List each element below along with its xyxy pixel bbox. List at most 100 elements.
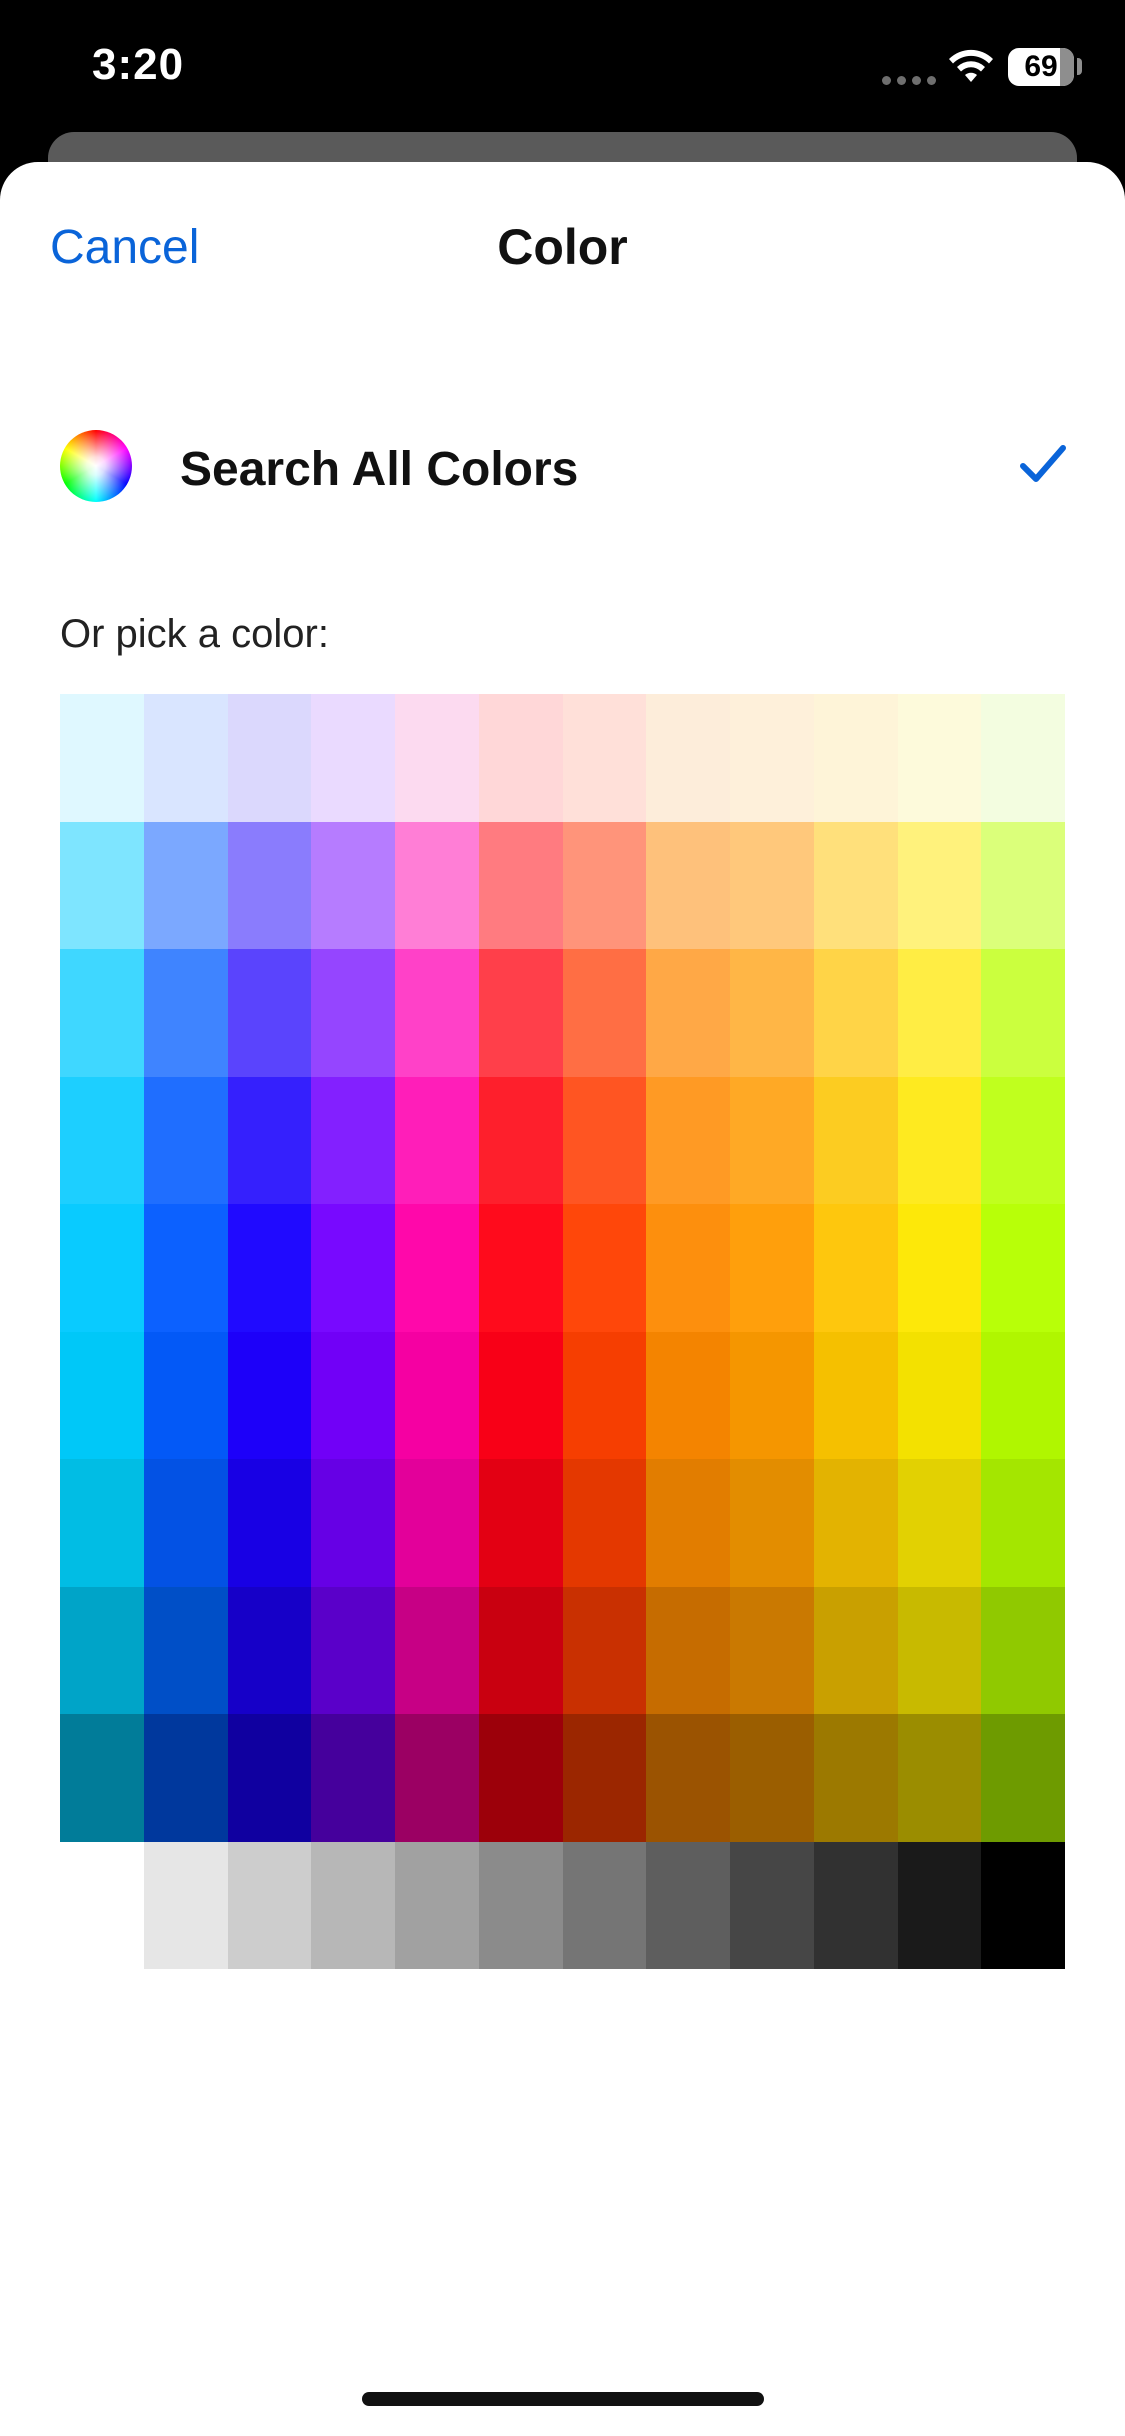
color-swatch[interactable] xyxy=(730,1841,814,1969)
color-swatch[interactable] xyxy=(395,821,479,949)
color-swatch[interactable] xyxy=(730,1076,814,1204)
color-swatch[interactable] xyxy=(813,1076,898,1204)
color-swatch[interactable] xyxy=(730,1459,814,1587)
color-swatch[interactable] xyxy=(311,694,395,822)
color-swatch[interactable] xyxy=(562,1586,647,1714)
color-swatch[interactable] xyxy=(730,821,814,949)
color-swatch[interactable] xyxy=(562,694,647,822)
color-swatch[interactable] xyxy=(60,821,144,949)
color-swatch[interactable] xyxy=(478,1714,563,1842)
color-swatch[interactable] xyxy=(981,1459,1065,1587)
color-swatch[interactable] xyxy=(562,949,647,1077)
color-swatch[interactable] xyxy=(897,1841,982,1969)
color-swatch[interactable] xyxy=(311,1076,395,1204)
color-swatch[interactable] xyxy=(395,694,479,822)
color-swatch[interactable] xyxy=(143,949,228,1077)
color-swatch[interactable] xyxy=(395,1841,479,1969)
color-swatch[interactable] xyxy=(395,1586,479,1714)
color-swatch[interactable] xyxy=(981,694,1065,822)
home-indicator[interactable] xyxy=(362,2392,764,2406)
color-swatch[interactable] xyxy=(646,1076,730,1204)
color-swatch[interactable] xyxy=(897,1714,982,1842)
color-swatch[interactable] xyxy=(562,1076,647,1204)
color-swatch[interactable] xyxy=(395,1459,479,1587)
color-swatch[interactable] xyxy=(646,821,730,949)
color-swatch[interactable] xyxy=(981,1841,1065,1969)
color-swatch[interactable] xyxy=(562,1714,647,1842)
color-swatch[interactable] xyxy=(143,1586,228,1714)
color-swatch[interactable] xyxy=(478,821,563,949)
color-swatch[interactable] xyxy=(60,1714,144,1842)
color-swatch[interactable] xyxy=(981,1586,1065,1714)
color-swatch[interactable] xyxy=(60,1204,144,1332)
color-swatch[interactable] xyxy=(311,1714,395,1842)
color-swatch[interactable] xyxy=(478,1204,563,1332)
color-swatch[interactable] xyxy=(395,949,479,1077)
color-swatch[interactable] xyxy=(311,1204,395,1332)
color-swatch[interactable] xyxy=(646,1586,730,1714)
color-swatch[interactable] xyxy=(562,1331,647,1459)
color-swatch[interactable] xyxy=(395,1076,479,1204)
color-swatch[interactable] xyxy=(227,1714,312,1842)
color-swatch[interactable] xyxy=(227,1076,312,1204)
color-swatch[interactable] xyxy=(981,821,1065,949)
color-swatch[interactable] xyxy=(813,1331,898,1459)
color-swatch[interactable] xyxy=(562,1204,647,1332)
color-swatch[interactable] xyxy=(981,1076,1065,1204)
color-swatch[interactable] xyxy=(395,1204,479,1332)
color-swatch[interactable] xyxy=(60,1459,144,1587)
color-swatch[interactable] xyxy=(813,1204,898,1332)
color-swatch[interactable] xyxy=(311,1459,395,1587)
color-swatch[interactable] xyxy=(646,1841,730,1969)
color-swatch[interactable] xyxy=(60,949,144,1077)
color-swatch[interactable] xyxy=(60,1841,144,1969)
color-swatch[interactable] xyxy=(562,1459,647,1587)
color-swatch[interactable] xyxy=(897,1331,982,1459)
color-swatch[interactable] xyxy=(143,1714,228,1842)
color-swatch[interactable] xyxy=(813,694,898,822)
color-swatch[interactable] xyxy=(60,694,144,822)
color-swatch[interactable] xyxy=(981,1331,1065,1459)
color-swatch[interactable] xyxy=(395,1714,479,1842)
color-swatch[interactable] xyxy=(897,1076,982,1204)
color-swatch[interactable] xyxy=(646,694,730,822)
color-swatch[interactable] xyxy=(478,1586,563,1714)
color-swatch[interactable] xyxy=(478,1459,563,1587)
color-swatch[interactable] xyxy=(813,949,898,1077)
color-swatch[interactable] xyxy=(227,949,312,1077)
color-swatch[interactable] xyxy=(60,1331,144,1459)
color-swatch[interactable] xyxy=(143,821,228,949)
search-all-colors-row[interactable]: Search All Colors xyxy=(0,402,1125,532)
color-swatch[interactable] xyxy=(646,1714,730,1842)
color-swatch[interactable] xyxy=(478,1841,563,1969)
color-swatch[interactable] xyxy=(897,949,982,1077)
color-swatch[interactable] xyxy=(562,821,647,949)
color-swatch[interactable] xyxy=(730,1331,814,1459)
color-swatch[interactable] xyxy=(562,1841,647,1969)
color-swatch[interactable] xyxy=(813,821,898,949)
color-swatch[interactable] xyxy=(478,694,563,822)
color-swatch[interactable] xyxy=(227,821,312,949)
color-swatch[interactable] xyxy=(813,1714,898,1842)
color-swatch[interactable] xyxy=(981,1204,1065,1332)
color-swatch[interactable] xyxy=(897,1586,982,1714)
color-swatch[interactable] xyxy=(478,1076,563,1204)
color-swatch[interactable] xyxy=(311,1331,395,1459)
color-swatch[interactable] xyxy=(730,1714,814,1842)
color-swatch[interactable] xyxy=(730,694,814,822)
color-swatch[interactable] xyxy=(730,1204,814,1332)
color-swatch[interactable] xyxy=(897,821,982,949)
color-swatch[interactable] xyxy=(311,821,395,949)
color-swatch[interactable] xyxy=(227,694,312,822)
color-swatch[interactable] xyxy=(143,1331,228,1459)
color-swatch[interactable] xyxy=(395,1331,479,1459)
color-swatch[interactable] xyxy=(813,1459,898,1587)
color-swatch[interactable] xyxy=(227,1841,312,1969)
color-swatch[interactable] xyxy=(143,1459,228,1587)
color-swatch[interactable] xyxy=(646,1331,730,1459)
color-swatch[interactable] xyxy=(227,1586,312,1714)
color-swatch[interactable] xyxy=(730,949,814,1077)
color-swatch[interactable] xyxy=(60,1586,144,1714)
color-swatch[interactable] xyxy=(646,949,730,1077)
color-swatch[interactable] xyxy=(311,1841,395,1969)
